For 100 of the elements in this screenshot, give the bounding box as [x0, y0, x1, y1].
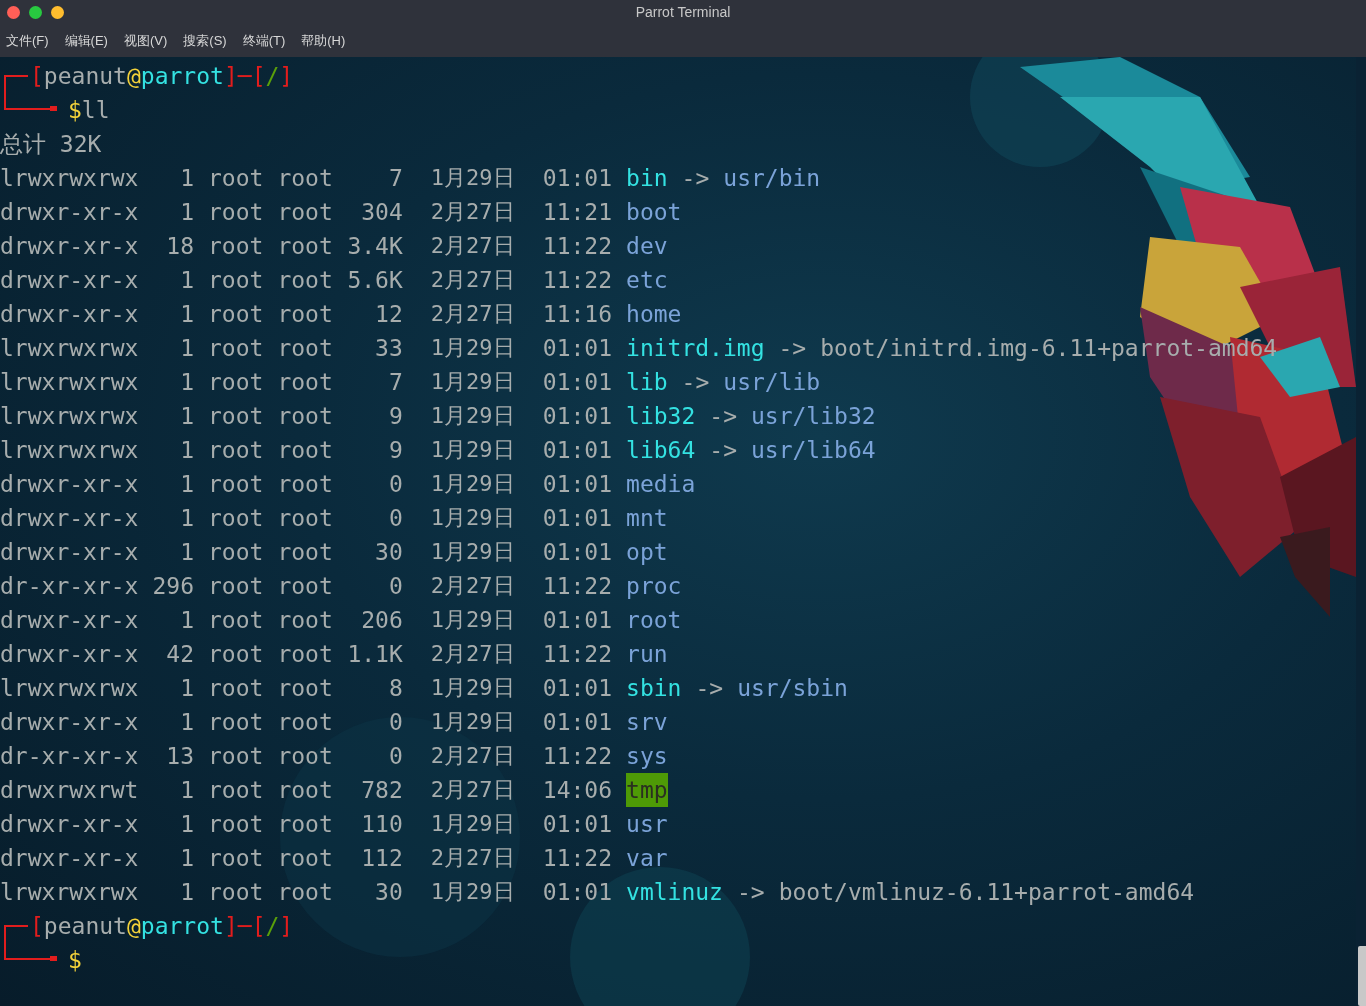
date-text: 2月27日 — [430, 742, 516, 770]
permissions-text: drwxr-xr-x — [0, 266, 138, 295]
date-text: 2月27日 — [430, 300, 516, 328]
date-text: 2月27日 — [430, 844, 516, 872]
menu-item[interactable]: 文件(F) — [6, 31, 49, 51]
file-name: etc — [626, 266, 668, 295]
file-name: mnt — [626, 504, 668, 533]
group-text: root — [277, 776, 333, 805]
group-text: root — [277, 300, 333, 329]
owner-text: root — [208, 572, 264, 601]
scrollbar-thumb[interactable] — [1358, 946, 1366, 1006]
file-name: boot — [626, 198, 682, 227]
permissions-text: drwxr-xr-x — [0, 504, 138, 533]
time-text: 01:01 — [542, 402, 613, 431]
time-text: 14:06 — [542, 776, 613, 805]
date-text: 2月27日 — [430, 232, 516, 260]
owner-text: root — [208, 844, 264, 873]
date-text: 2月27日 — [430, 266, 516, 294]
link-count: 1 — [179, 606, 194, 635]
menu-item[interactable]: 终端(T) — [242, 31, 286, 51]
time-text: 01:01 — [542, 674, 613, 703]
group-text: root — [277, 606, 333, 635]
owner-text: root — [208, 878, 264, 907]
link-count: 1 — [179, 470, 194, 499]
time-text: 11:22 — [542, 844, 613, 873]
menu-item[interactable]: 搜索(S) — [183, 31, 227, 51]
permissions-text: drwxr-xr-x — [0, 538, 138, 567]
time-text: 01:01 — [542, 164, 613, 193]
arrow-text: -> — [681, 164, 710, 193]
owner-text: root — [208, 776, 264, 805]
arrow-text: -> — [778, 334, 807, 363]
group-text: root — [277, 674, 333, 703]
date-text: 1月29日 — [430, 538, 516, 566]
permissions-text: drwxr-xr-x — [0, 300, 138, 329]
file-name: lib — [626, 368, 668, 397]
prompt-user: peanut — [43, 912, 127, 941]
group-text: root — [277, 572, 333, 601]
permissions-text: drwxr-xr-x — [0, 708, 138, 737]
link-count: 1 — [179, 368, 194, 397]
close-button[interactable] — [7, 6, 20, 19]
link-count: 1 — [179, 674, 194, 703]
group-text: root — [277, 640, 333, 669]
group-text: root — [277, 334, 333, 363]
date-text: 1月29日 — [430, 470, 516, 498]
size-text: 9 — [388, 402, 403, 431]
file-name: opt — [626, 538, 668, 567]
owner-text: root — [208, 300, 264, 329]
permissions-text: lrwxrwxrwx — [0, 878, 138, 907]
date-text: 1月29日 — [430, 504, 516, 532]
time-text: 01:01 — [542, 504, 613, 533]
prompt-path: / — [265, 912, 280, 941]
size-text: 0 — [388, 470, 403, 499]
size-text: 30 — [375, 538, 403, 567]
link-count: 1 — [179, 436, 194, 465]
date-text: 1月29日 — [430, 810, 516, 838]
prompt-bracket: [ — [30, 912, 44, 941]
owner-text: root — [208, 266, 264, 295]
date-text: 1月29日 — [430, 436, 516, 464]
arrow-text: -> — [709, 436, 737, 465]
group-text: root — [277, 538, 333, 567]
file-name: run — [626, 640, 668, 669]
arrow-text: -> — [736, 878, 765, 907]
link-count: 1 — [179, 776, 194, 805]
date-text: 2月27日 — [430, 640, 516, 668]
owner-text: root — [208, 504, 264, 533]
minimize-button[interactable] — [51, 6, 64, 19]
link-count: 1 — [179, 402, 194, 431]
size-text: 9 — [388, 436, 403, 465]
group-text: root — [277, 878, 333, 907]
file-name: var — [626, 844, 668, 873]
file-name: tmp — [626, 773, 668, 807]
date-text: 1月29日 — [430, 368, 516, 396]
maximize-button[interactable] — [29, 6, 42, 19]
prompt-symbol: $ — [68, 946, 82, 975]
owner-text: root — [208, 402, 264, 431]
arrow-text: -> — [709, 402, 737, 431]
file-name: vmlinuz — [626, 878, 723, 907]
time-text: 01:01 — [542, 810, 613, 839]
time-text: 01:01 — [542, 334, 613, 363]
link-target: usr/lib64 — [751, 436, 876, 465]
group-text: root — [277, 708, 333, 737]
owner-text: root — [208, 742, 264, 771]
time-text: 01:01 — [542, 368, 613, 397]
link-count: 1 — [179, 504, 194, 533]
size-text: 112 — [361, 844, 403, 873]
menu-item[interactable]: 视图(V) — [123, 31, 168, 51]
menu-item[interactable]: 帮助(H) — [301, 31, 346, 51]
link-count: 13 — [165, 742, 194, 771]
window-title: Parrot Terminal — [635, 3, 731, 22]
owner-text: root — [208, 198, 264, 227]
owner-text: root — [208, 708, 264, 737]
owner-text: root — [208, 334, 264, 363]
menu-item[interactable]: 编辑(E) — [64, 31, 108, 51]
permissions-text: drwxr-xr-x — [0, 810, 138, 839]
prompt-bracket: [ — [251, 912, 266, 941]
time-text: 11:22 — [542, 232, 613, 261]
link-count: 1 — [179, 844, 194, 873]
link-count: 18 — [165, 232, 194, 261]
size-text: 1.1K — [347, 640, 403, 669]
link-count: 1 — [179, 300, 194, 329]
